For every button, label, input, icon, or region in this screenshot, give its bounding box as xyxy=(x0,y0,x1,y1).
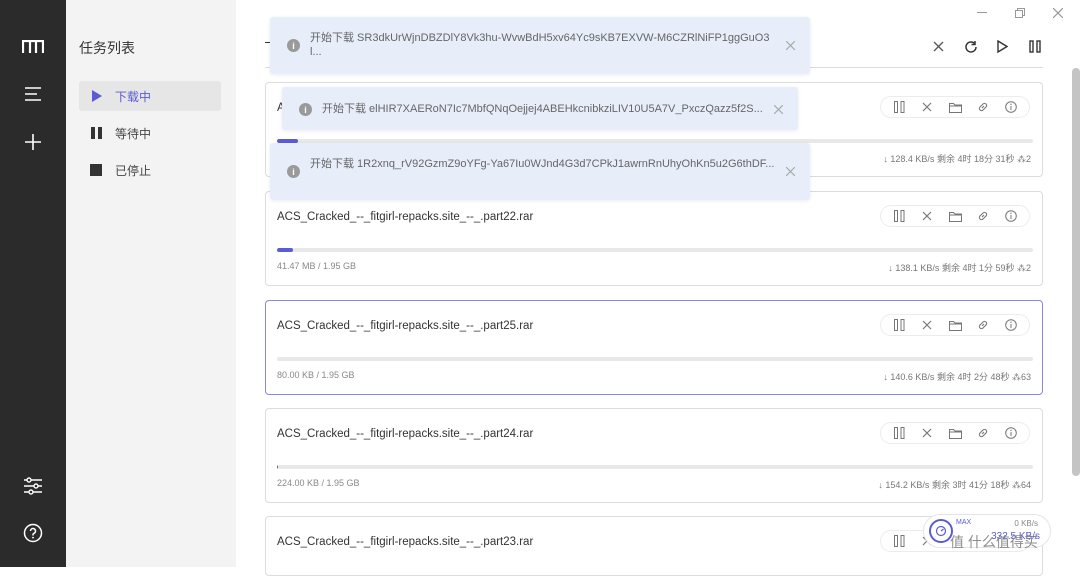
toast-message: 开始下载 elHIR7XAERoN7Ic7MbfQNqOejjej4ABEHkc… xyxy=(322,103,763,115)
task-main-panel: A ↓ 128.4 KB/s 剩余 4时 18分 31秒 ⁂2 ACS_Crac… xyxy=(236,0,1080,576)
app-rail xyxy=(0,0,66,567)
task-card[interactable]: ACS_Cracked_--_fitgirl-repacks.site_--_.… xyxy=(265,191,1043,286)
pause-icon[interactable] xyxy=(892,534,906,548)
task-name: ACS_Cracked_--_fitgirl-repacks.site_--_.… xyxy=(277,428,534,440)
toast-message: 开始下载 SR3dkUrWjnDBZDlY8Vk3hu-WvwBdH5xv64Y… xyxy=(310,32,770,58)
play-icon xyxy=(89,89,103,103)
delete-icon[interactable] xyxy=(920,209,934,223)
info-icon: i xyxy=(299,103,312,116)
task-speed: ↓ 138.1 KB/s xyxy=(888,263,940,273)
progress-fill xyxy=(277,465,278,469)
toast-message: 开始下载 1R2xnq_rV92GzmZ9oYFg-Ya67Iu0WJnd4G3… xyxy=(310,158,775,170)
window-close-icon[interactable] xyxy=(1050,5,1066,21)
task-name: ACS_Cracked_--_fitgirl-repacks.site_--_.… xyxy=(277,536,534,548)
help-icon[interactable] xyxy=(0,513,66,553)
task-remaining: 剩余 4时 1分 59秒 xyxy=(941,263,1015,273)
task-card[interactable]: ACS_Cracked_--_fitgirl-repacks.site_--_.… xyxy=(265,300,1043,395)
task-card[interactable]: ACS_Cracked_--_fitgirl-repacks.site_--_.… xyxy=(265,408,1043,503)
link-icon[interactable] xyxy=(976,209,990,223)
sidebar-title: 任务列表 xyxy=(79,40,135,56)
info-icon: i xyxy=(287,165,300,178)
task-actions xyxy=(880,314,1030,336)
toast-close-icon[interactable] xyxy=(784,39,796,51)
pause-icon[interactable] xyxy=(892,426,906,440)
close-icon[interactable] xyxy=(930,38,947,55)
progress-bar xyxy=(277,357,1033,361)
toast-close-icon[interactable] xyxy=(772,103,784,115)
progress-bar xyxy=(277,465,1033,469)
task-size: 80.00 KB / 1.95 GB xyxy=(277,370,355,380)
info-icon[interactable] xyxy=(1004,426,1018,440)
folder-icon[interactable] xyxy=(948,209,962,223)
link-icon[interactable] xyxy=(976,318,990,332)
task-sidebar: 任务列表 下载中 等待中 已停止 xyxy=(66,0,236,567)
task-name: ACS_Cracked_--_fitgirl-repacks.site_--_.… xyxy=(277,211,534,223)
delete-icon[interactable] xyxy=(920,426,934,440)
sidebar-item-label: 下载中 xyxy=(115,89,152,104)
menu-icon[interactable] xyxy=(0,74,66,114)
preferences-icon[interactable] xyxy=(0,466,66,506)
task-stats: ↓ 138.1 KB/s 剩余 4时 1分 59秒 ⁂2 xyxy=(888,261,1031,274)
task-stats: ↓ 128.4 KB/s 剩余 4时 18分 31秒 ⁂2 xyxy=(883,152,1031,165)
minimize-icon[interactable] xyxy=(974,5,990,21)
toast-notification: i 开始下载 1R2xnq_rV92GzmZ9oYFg-Ya67Iu0WJnd4… xyxy=(270,143,810,200)
sidebar-item-downloading[interactable]: 下载中 xyxy=(79,81,221,111)
pause-icon[interactable] xyxy=(892,209,906,223)
folder-icon[interactable] xyxy=(948,426,962,440)
task-connections: ⁂2 xyxy=(1016,263,1031,273)
task-stats: ↓ 140.6 KB/s 剩余 4时 2分 48秒 ⁂63 xyxy=(883,370,1031,383)
info-icon: i xyxy=(287,39,300,52)
task-toolbar xyxy=(930,38,1043,55)
task-size: 41.47 MB / 1.95 GB xyxy=(277,261,357,271)
watermark: 值 什么值得买 xyxy=(950,534,1038,550)
toast-close-icon[interactable] xyxy=(784,165,796,177)
pause-icon[interactable] xyxy=(892,318,906,332)
stop-icon xyxy=(89,163,103,177)
pause-all-icon[interactable] xyxy=(1026,38,1043,55)
link-icon[interactable] xyxy=(976,100,990,114)
task-remaining: 剩余 3时 41分 18秒 xyxy=(931,480,1010,490)
task-stats: ↓ 154.2 KB/s 剩余 3时 41分 18秒 ⁂64 xyxy=(878,478,1031,491)
info-icon[interactable] xyxy=(1004,100,1018,114)
task-actions xyxy=(880,96,1030,118)
task-connections: ⁂2 xyxy=(1016,154,1031,164)
task-connections: ⁂64 xyxy=(1011,480,1031,490)
toast-notification: i 开始下载 elHIR7XAERoN7Ic7MbfQNqOejjej4ABEH… xyxy=(282,87,798,130)
resume-all-icon[interactable] xyxy=(994,38,1011,55)
sidebar-item-waiting[interactable]: 等待中 xyxy=(79,118,221,148)
add-icon[interactable] xyxy=(0,122,66,162)
motrix-logo-icon[interactable] xyxy=(0,27,66,67)
task-speed: ↓ 128.4 KB/s xyxy=(883,154,935,164)
pause-icon[interactable] xyxy=(892,100,906,114)
task-size: 224.00 KB / 1.95 GB xyxy=(277,478,360,488)
speed-max-label: MAX xyxy=(956,519,972,526)
delete-icon[interactable] xyxy=(920,100,934,114)
folder-icon[interactable] xyxy=(948,318,962,332)
sidebar-item-stopped[interactable]: 已停止 xyxy=(79,155,221,185)
task-actions xyxy=(880,205,1030,227)
task-remaining: 剩余 4时 2分 48秒 xyxy=(936,372,1010,382)
sidebar-item-label: 已停止 xyxy=(115,163,152,178)
task-connections: ⁂63 xyxy=(1011,372,1031,382)
progress-bar xyxy=(277,248,1033,252)
folder-icon[interactable] xyxy=(948,100,962,114)
task-speed: ↓ 154.2 KB/s xyxy=(878,480,930,490)
scrollbar[interactable] xyxy=(1072,68,1080,476)
progress-fill xyxy=(277,248,293,252)
toast-notification: i 开始下载 SR3dkUrWjnDBZDlY8Vk3hu-WvwBdH5xv6… xyxy=(270,17,810,74)
task-actions xyxy=(880,422,1030,444)
window-controls xyxy=(974,5,1066,21)
delete-icon[interactable] xyxy=(920,318,934,332)
refresh-icon[interactable] xyxy=(962,38,979,55)
info-icon[interactable] xyxy=(1004,209,1018,223)
pause-icon xyxy=(89,126,103,140)
maximize-icon[interactable] xyxy=(1012,5,1028,21)
task-remaining: 剩余 4时 18分 31秒 xyxy=(936,154,1015,164)
sidebar-item-label: 等待中 xyxy=(115,126,152,141)
upload-speed: 0 KB/s xyxy=(1014,519,1038,528)
task-name: ACS_Cracked_--_fitgirl-repacks.site_--_.… xyxy=(277,320,534,332)
task-speed: ↓ 140.6 KB/s xyxy=(883,372,935,382)
link-icon[interactable] xyxy=(976,426,990,440)
info-icon[interactable] xyxy=(1004,318,1018,332)
